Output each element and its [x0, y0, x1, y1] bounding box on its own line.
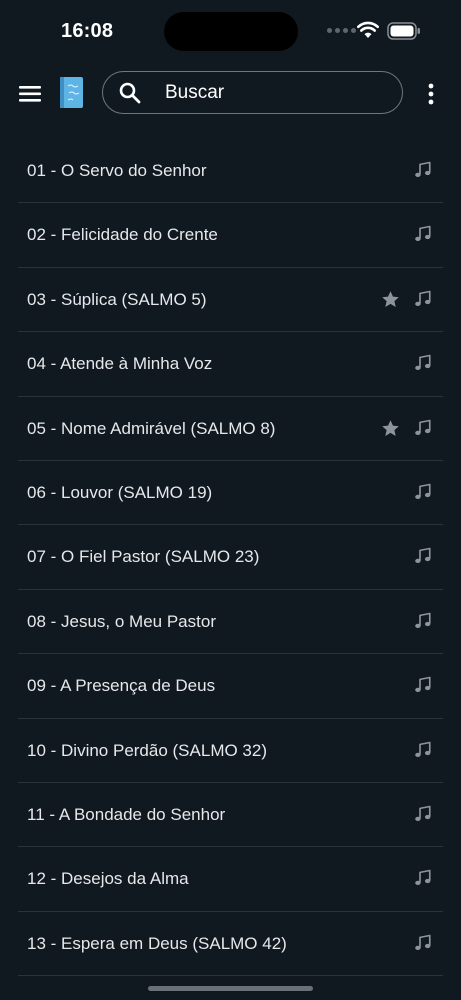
song-title: 10 - Divino Perdão (SALMO 32)	[27, 740, 267, 760]
battery-icon	[387, 22, 420, 40]
song-title: 06 - Louvor (SALMO 19)	[27, 482, 213, 502]
music-note-icon[interactable]	[414, 161, 432, 179]
music-note-icon[interactable]	[414, 354, 432, 372]
song-row[interactable]: 07 - O Fiel Pastor (SALMO 23)	[18, 525, 443, 590]
search-icon	[119, 82, 141, 104]
cellular-signal-icon	[327, 28, 356, 33]
song-title: 12 - Desejos da Alma	[27, 869, 189, 889]
song-title: 13 - Espera em Deus (SALMO 42)	[27, 933, 287, 953]
music-note-icon[interactable]	[414, 676, 432, 694]
song-title: 03 - Súplica (SALMO 5)	[27, 289, 207, 309]
music-note-icon[interactable]	[414, 290, 432, 308]
song-row[interactable]: 03 - Súplica (SALMO 5)	[18, 268, 443, 333]
toolbar	[0, 62, 461, 126]
song-row[interactable]: 04 - Atende à Minha Voz	[18, 332, 443, 397]
song-title: 07 - O Fiel Pastor (SALMO 23)	[27, 547, 260, 567]
song-row[interactable]: 06 - Louvor (SALMO 19)	[18, 461, 443, 526]
star-icon[interactable]	[381, 290, 400, 309]
music-note-icon[interactable]	[414, 741, 432, 759]
song-list: 01 - O Servo do Senhor 02 - Felicidade do…	[18, 139, 443, 977]
home-indicator[interactable]	[148, 986, 313, 991]
dynamic-island	[164, 12, 298, 51]
search-input[interactable]	[163, 72, 387, 114]
menu-icon[interactable]	[18, 80, 44, 108]
song-title: 09 - A Presença de Deus	[27, 676, 216, 696]
song-title: 02 - Felicidade do Crente	[27, 225, 218, 245]
song-row[interactable]: 02 - Felicidade do Crente	[18, 203, 443, 268]
music-note-icon[interactable]	[414, 225, 432, 243]
music-note-icon[interactable]	[414, 934, 432, 952]
music-note-icon[interactable]	[414, 612, 432, 630]
song-row[interactable]: 01 - O Servo do Senhor	[18, 139, 443, 204]
music-note-icon[interactable]	[414, 547, 432, 565]
status-bar: 16:08	[0, 0, 461, 62]
music-note-icon[interactable]	[414, 483, 432, 501]
song-row[interactable]: 10 - Divino Perdão (SALMO 32)	[18, 719, 443, 783]
song-row[interactable]: 12 - Desejos da Alma	[18, 847, 443, 912]
search-bar[interactable]	[102, 71, 403, 114]
song-title: 05 - Nome Admirável (SALMO 8)	[27, 418, 276, 438]
star-icon[interactable]	[381, 419, 400, 438]
song-row[interactable]: 11 - A Bondade do Senhor	[18, 783, 443, 848]
song-row[interactable]: 05 - Nome Admirável (SALMO 8)	[18, 397, 443, 461]
wifi-icon	[357, 21, 379, 38]
music-note-icon[interactable]	[414, 869, 432, 887]
music-note-icon[interactable]	[414, 419, 432, 437]
song-title: 08 - Jesus, o Meu Pastor	[27, 611, 216, 631]
status-time: 16:08	[61, 20, 114, 42]
song-title: 01 - O Servo do Senhor	[27, 161, 207, 180]
song-row[interactable]: 13 - Espera em Deus (SALMO 42)	[18, 912, 443, 977]
music-note-icon[interactable]	[414, 805, 432, 823]
song-row[interactable]: 09 - A Presença de Deus	[18, 654, 443, 719]
more-vertical-icon[interactable]	[420, 81, 442, 107]
book-logo-icon[interactable]	[59, 76, 84, 110]
song-title: 04 - Atende à Minha Voz	[27, 354, 213, 374]
song-row[interactable]: 08 - Jesus, o Meu Pastor	[18, 590, 443, 655]
song-title: 11 - A Bondade do Senhor	[27, 804, 226, 824]
